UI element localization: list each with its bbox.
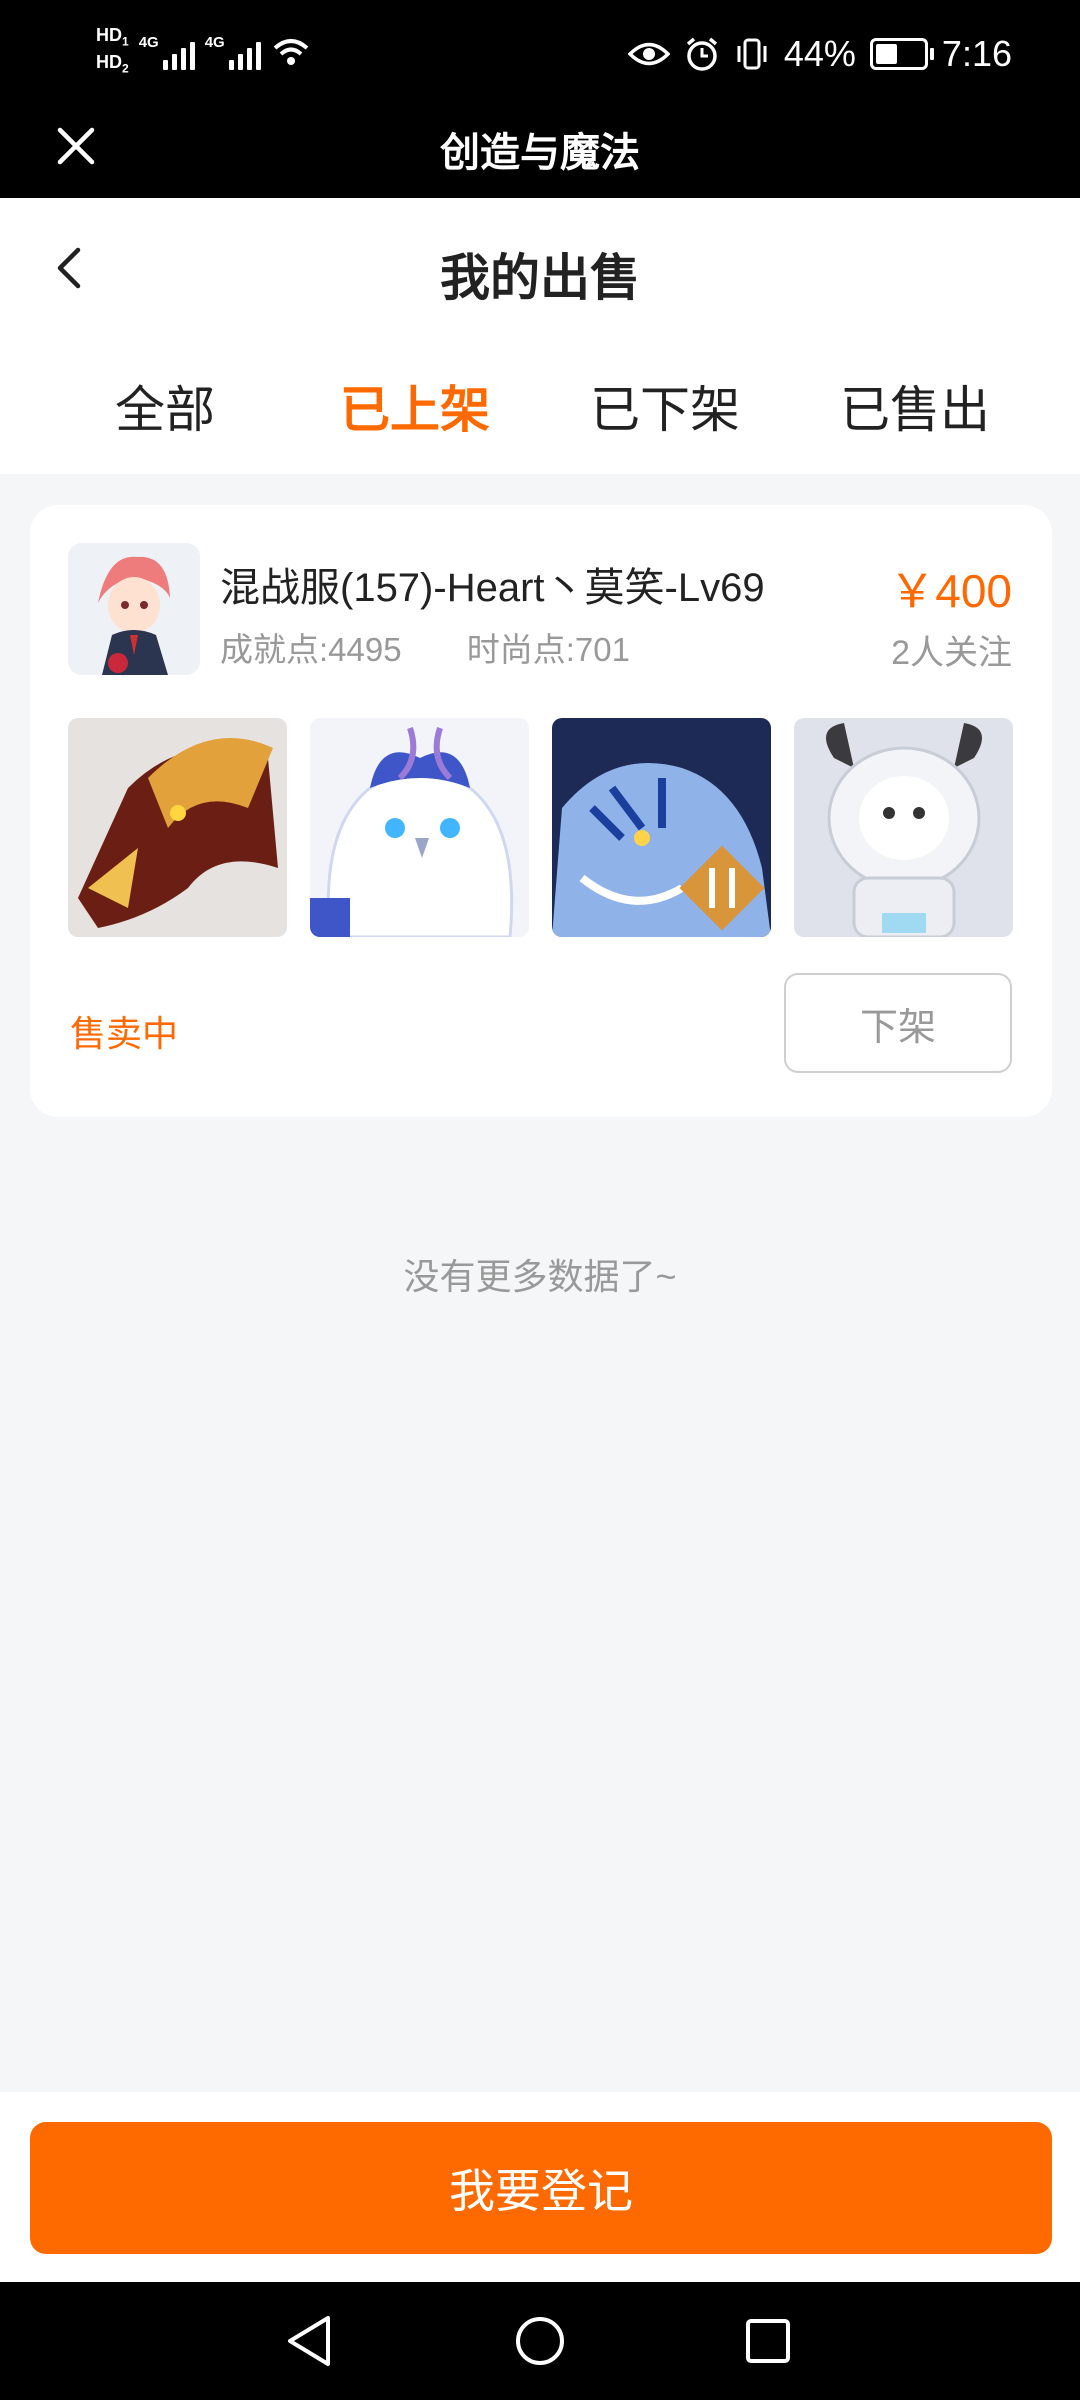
network-label: 4G (204, 34, 225, 51)
tab-delisted[interactable]: 已下架 (540, 348, 790, 468)
listing-status: 售卖中 (70, 1013, 179, 1054)
hd-indicators: HD1 HD2 (96, 25, 129, 78)
delist-button[interactable]: 下架 (784, 973, 1012, 1073)
nav-home-icon[interactable] (503, 2304, 577, 2378)
vibrate-icon (737, 38, 767, 70)
page-title: 我的出售 (440, 250, 640, 306)
signal-icon: 4G (205, 34, 261, 70)
nav-recents-icon[interactable] (731, 2304, 805, 2378)
dragon-head-thumbnail[interactable] (68, 718, 287, 937)
tab-sold[interactable]: 已售出 (790, 348, 1040, 468)
status-right: 44% 7:16 (627, 26, 1012, 82)
alarm-icon (686, 37, 717, 71)
tab-listed[interactable]: 已上架 (290, 348, 540, 468)
system-nav-bar (0, 2282, 1080, 2400)
ice-tiger-thumbnail[interactable] (552, 718, 771, 937)
mini-program-title: 创造与魔法 (440, 131, 640, 175)
hd-label: HD (96, 25, 122, 46)
network-label: 4G (138, 34, 159, 51)
eye-icon (627, 42, 670, 66)
listing-price: ￥400 (889, 565, 1012, 617)
battery-icon (869, 38, 934, 70)
tab-all[interactable]: 全部 (40, 348, 290, 468)
pet-thumbnails (68, 718, 1013, 937)
fashion-points: 时尚点:701 (466, 631, 630, 668)
listing-title: 混战服(157)-Heart丶莫笑-Lv69 (220, 566, 765, 610)
listing-stats: 成就点:4495 时尚点:701 (220, 623, 686, 671)
tab-bar: 全部 已上架 已下架 已售出 (0, 348, 1080, 468)
sim-label: 2 (122, 61, 129, 76)
register-button[interactable]: 我要登记 (30, 2122, 1052, 2254)
signal-group: HD1 HD2 4G 4G (96, 22, 311, 82)
wifi-icon (273, 39, 309, 65)
no-more-data: 没有更多数据了~ (403, 1256, 677, 1297)
listing-card[interactable]: 混战服(157)-Heart丶莫笑-Lv69 成就点:4495 时尚点:701 … (30, 505, 1052, 1117)
status-bar: HD1 HD2 4G 4G 44% 7:16 (0, 0, 1080, 106)
character-avatar (68, 543, 200, 675)
nav-back-icon[interactable] (272, 2304, 346, 2378)
snow-owl-thumbnail[interactable] (310, 718, 529, 937)
followers-count: 2人关注 (891, 634, 1012, 672)
battery-percent: 44% (783, 33, 856, 74)
achievement-points: 成就点:4495 (220, 631, 402, 668)
robot-bull-thumbnail[interactable] (794, 718, 1013, 937)
bottom-action-bar: 我要登记 (0, 2092, 1080, 2282)
page-header: 我的出售 全部 已上架 已下架 已售出 (0, 198, 1080, 474)
sim-label: 1 (122, 35, 129, 49)
signal-icon: 4G (139, 34, 195, 70)
clock: 7:16 (941, 33, 1012, 74)
mini-program-bar: 创造与魔法 (0, 106, 1080, 198)
hd-label: HD (96, 52, 122, 72)
